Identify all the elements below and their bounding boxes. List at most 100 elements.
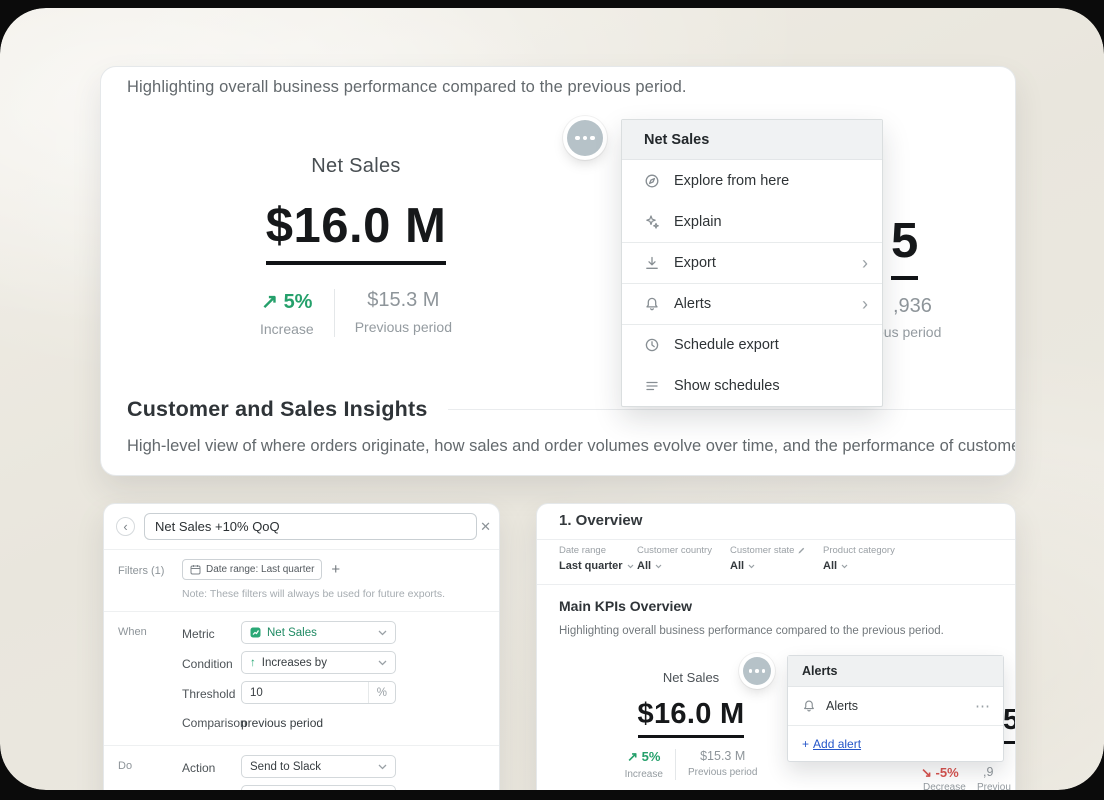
add-alert-link[interactable]: + Add alert: [788, 725, 1003, 761]
dot-icon: [575, 136, 580, 141]
overview-dashboard-card: 1. Overview Date range Last quarter Cust…: [536, 503, 1016, 800]
filter-value-dropdown[interactable]: All: [730, 560, 823, 572]
pencil-icon[interactable]: [797, 546, 806, 555]
menu-item-label: Schedule export: [674, 337, 779, 353]
add-filter-button[interactable]: +: [331, 562, 340, 577]
kpi-change: ↗ 5% Increase: [625, 749, 663, 780]
kpi-change-label: Increase: [260, 321, 314, 337]
kpi-more-options-button[interactable]: [743, 657, 771, 685]
menu-item-schedule-export[interactable]: Schedule export: [622, 324, 882, 365]
partial-kpi-previous: ,936: [893, 295, 932, 318]
more-options-icon[interactable]: ⋯: [975, 697, 991, 715]
divider: [537, 539, 1015, 540]
kpi-context-menu: Net Sales Explore from here Explain Expo…: [621, 119, 883, 407]
partial-kpi-value: 5: [891, 213, 918, 280]
plus-icon: +: [802, 737, 809, 751]
divider: [104, 549, 499, 550]
add-alert-label: Add alert: [813, 737, 861, 751]
chevron-down-icon: [378, 630, 387, 636]
kpi-change: ↗ 5% Increase: [260, 289, 314, 337]
section-description: High-level view of where orders originat…: [127, 437, 1015, 456]
context-menu-header: Net Sales: [622, 120, 882, 160]
alerts-item-label: Alerts: [826, 699, 858, 713]
metric-select[interactable]: Net Sales: [241, 621, 396, 644]
alerts-popup-item[interactable]: Alerts ⋯: [788, 687, 1003, 725]
menu-item-alerts[interactable]: Alerts ›: [622, 283, 882, 324]
kpi-change-value: 5%: [284, 291, 313, 313]
section-title: Customer and Sales Insights: [127, 397, 428, 422]
alert-title-input[interactable]: Net Sales +10% QoQ: [144, 513, 477, 540]
menu-item-label: Explore from here: [674, 173, 789, 189]
condition-select[interactable]: ↑ Increases by: [241, 651, 396, 674]
percent-suffix: %: [368, 682, 387, 703]
dot-icon: [749, 669, 753, 673]
overview-title: 1. Overview: [559, 512, 642, 529]
filters-label: Filters (1): [118, 565, 164, 577]
trigger-label: Trigger: [182, 791, 220, 800]
threshold-label: Threshold: [182, 687, 235, 701]
filter-value-dropdown[interactable]: Last quarter: [559, 560, 637, 572]
filter-label: Date range: [559, 545, 637, 556]
kpi-previous-value: $15.3 M: [688, 749, 757, 763]
dot-icon: [755, 669, 759, 673]
bell-icon: [802, 699, 816, 713]
condition-label: Condition: [182, 657, 233, 671]
filter-label: Product category: [823, 545, 895, 556]
kpi-previous-label: Previous period: [688, 767, 757, 778]
kpi-more-options-button[interactable]: [567, 120, 603, 156]
dot-icon: [590, 136, 595, 141]
kpi-change-label: Increase: [625, 769, 663, 780]
kpi-section-title: Main KPIs Overview: [559, 598, 692, 614]
dot-icon: [583, 136, 588, 141]
net-sales-kpi: Net Sales $16.0 M ↗ 5% Increase $15.3 M …: [611, 670, 771, 780]
stat-divider: [675, 749, 676, 780]
download-icon: [644, 255, 660, 271]
filter-value-dropdown[interactable]: All: [823, 560, 895, 572]
condition-value: Increases by: [262, 657, 327, 669]
section-divider: [448, 409, 1016, 410]
sparkle-icon: [644, 214, 660, 230]
dashboard-subtitle: Highlighting overall business performanc…: [127, 78, 687, 97]
chevron-right-icon: ›: [862, 254, 868, 272]
chevron-down-icon: [748, 564, 755, 569]
menu-item-explain[interactable]: Explain: [622, 201, 882, 242]
dot-icon: [762, 669, 766, 673]
kpi-section-subtitle: Highlighting overall business performanc…: [559, 625, 944, 637]
menu-item-explore-from-here[interactable]: Explore from here: [622, 160, 882, 201]
alert-editor-card: ‹ Net Sales +10% QoQ ✕ Filters (1) Date …: [103, 503, 500, 800]
date-range-filter-chip[interactable]: Date range: Last quarter: [182, 559, 322, 580]
kpi-value: $16.0 M: [266, 198, 447, 265]
chevron-right-icon: ›: [862, 295, 868, 313]
threshold-value: 10: [250, 687, 263, 699]
filters-note: Note: These filters will always be used …: [182, 588, 445, 600]
menu-item-label: Show schedules: [674, 378, 780, 394]
trigger-select[interactable]: Every time: [241, 785, 396, 800]
filter-value-dropdown[interactable]: All: [637, 560, 730, 572]
net-sales-kpi: Net Sales $16.0 M ↗ 5% Increase $15.3 M …: [206, 155, 506, 337]
partial-kpi-change-value: -5%: [936, 765, 959, 780]
menu-item-show-schedules[interactable]: Show schedules: [622, 365, 882, 406]
back-button[interactable]: ‹: [116, 517, 135, 536]
do-group-label: Do: [118, 760, 132, 772]
filter-value: Last quarter: [559, 560, 623, 572]
filter-label: Customer country: [637, 545, 730, 556]
partial-kpi-previous-label: ous period: [876, 324, 941, 340]
filter-product-category: Product category All: [823, 545, 895, 572]
threshold-input[interactable]: 10 %: [241, 681, 396, 704]
explore-icon: [644, 173, 660, 189]
chevron-down-icon: [627, 564, 634, 569]
menu-item-export[interactable]: Export ›: [622, 242, 882, 283]
alerts-popup-header: Alerts: [788, 656, 1003, 687]
action-select[interactable]: Send to Slack: [241, 755, 396, 778]
kpi-previous-value: $15.3 M: [355, 289, 452, 312]
filter-customer-country: Customer country All: [637, 545, 730, 572]
kpi-previous-label: Previous period: [355, 319, 452, 335]
filter-value: All: [637, 560, 651, 572]
metric-label: Metric: [182, 627, 215, 641]
menu-item-label: Alerts: [674, 296, 711, 312]
menu-item-label: Explain: [674, 214, 722, 230]
close-icon[interactable]: ✕: [480, 519, 491, 535]
when-group-label: When: [118, 626, 147, 638]
comparison-value: previous period: [241, 716, 323, 730]
filter-chip-label: Date range: Last quarter: [206, 564, 314, 575]
